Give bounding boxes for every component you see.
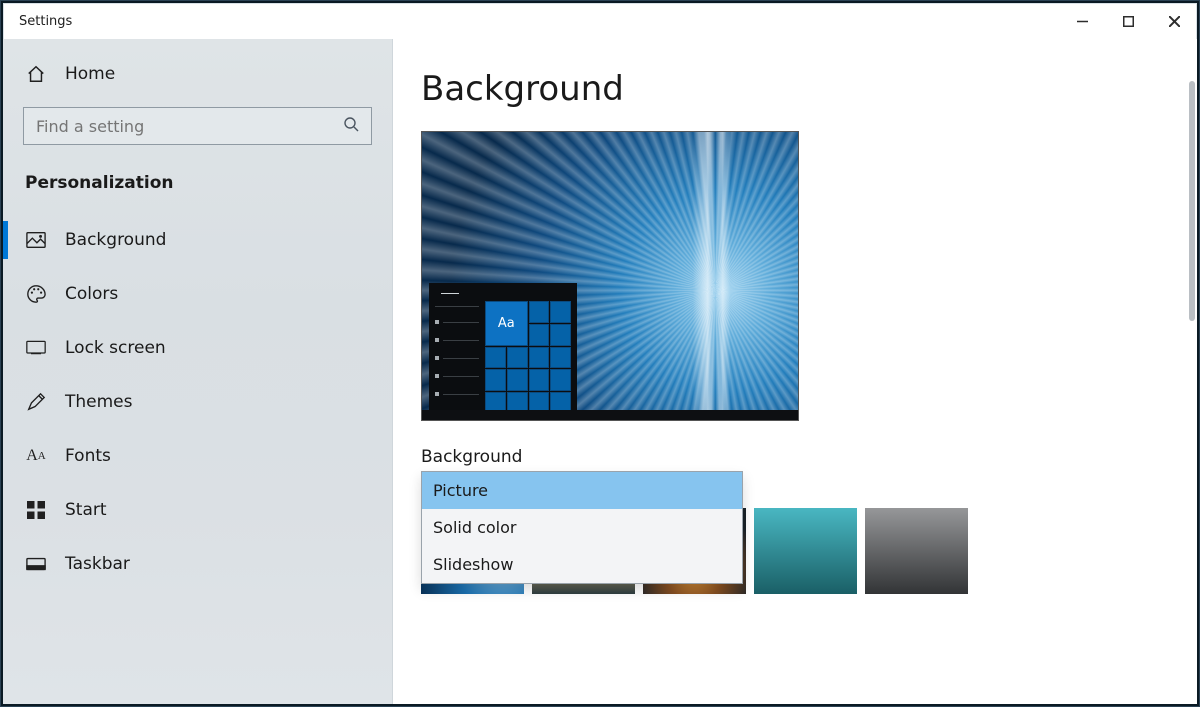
sidebar-item-label: Background bbox=[65, 230, 166, 250]
start-icon bbox=[25, 499, 47, 521]
section-heading: Personalization bbox=[3, 153, 392, 205]
desktop-preview: Aa bbox=[421, 131, 799, 421]
home-button[interactable]: Home bbox=[3, 47, 392, 101]
picture-icon bbox=[25, 229, 47, 251]
settings-window: Settings Home bbox=[3, 3, 1197, 704]
dropdown-option-picture[interactable]: Picture bbox=[422, 472, 742, 509]
scrollbar-thumb[interactable] bbox=[1189, 81, 1195, 321]
sidebar-item-colors[interactable]: Colors bbox=[3, 267, 392, 321]
picture-thumb-5[interactable] bbox=[865, 508, 968, 594]
sidebar: Home Personalization bbox=[3, 39, 393, 704]
lockscreen-icon bbox=[25, 337, 47, 359]
theme-icon bbox=[25, 391, 47, 413]
minimize-icon bbox=[1077, 16, 1088, 27]
search-container bbox=[3, 101, 392, 153]
close-button[interactable] bbox=[1151, 3, 1197, 39]
page-title: Background bbox=[421, 69, 1169, 109]
sidebar-item-label: Colors bbox=[65, 284, 118, 304]
sidebar-item-label: Fonts bbox=[65, 446, 111, 466]
search-box[interactable] bbox=[23, 107, 372, 145]
minimize-button[interactable] bbox=[1059, 3, 1105, 39]
search-input[interactable] bbox=[36, 117, 343, 136]
taskbar-mock bbox=[422, 410, 798, 420]
sidebar-item-label: Themes bbox=[65, 392, 133, 412]
sidebar-item-label: Taskbar bbox=[65, 554, 130, 574]
sample-text-tile: Aa bbox=[485, 301, 528, 346]
background-dropdown[interactable]: Picture Solid color Slideshow bbox=[421, 471, 743, 584]
maximize-button[interactable] bbox=[1105, 3, 1151, 39]
sidebar-item-taskbar[interactable]: Taskbar bbox=[3, 537, 392, 591]
close-icon bbox=[1169, 16, 1180, 27]
sidebar-item-themes[interactable]: Themes bbox=[3, 375, 392, 429]
home-icon bbox=[25, 63, 47, 85]
home-label: Home bbox=[65, 64, 115, 84]
dropdown-option-slideshow[interactable]: Slideshow bbox=[422, 546, 742, 583]
dropdown-option-solid-color[interactable]: Solid color bbox=[422, 509, 742, 546]
sidebar-item-label: Start bbox=[65, 500, 107, 520]
sidebar-item-background[interactable]: Background bbox=[3, 213, 392, 267]
sidebar-item-start[interactable]: Start bbox=[3, 483, 392, 537]
main-content: Background Aa bbox=[393, 39, 1197, 704]
search-icon bbox=[343, 116, 359, 136]
palette-icon bbox=[25, 283, 47, 305]
start-menu-mock: Aa bbox=[429, 283, 577, 420]
sidebar-item-fonts[interactable]: AA Fonts bbox=[3, 429, 392, 483]
taskbar-icon bbox=[25, 553, 47, 575]
window-title: Settings bbox=[19, 14, 72, 29]
window-controls bbox=[1059, 3, 1197, 39]
maximize-icon bbox=[1123, 16, 1134, 27]
sidebar-item-lock-screen[interactable]: Lock screen bbox=[3, 321, 392, 375]
titlebar: Settings bbox=[3, 3, 1197, 39]
picture-thumb-4[interactable] bbox=[754, 508, 857, 594]
background-dropdown-label: Background bbox=[421, 447, 1169, 467]
sidebar-item-label: Lock screen bbox=[65, 338, 166, 358]
fonts-icon: AA bbox=[25, 445, 47, 467]
